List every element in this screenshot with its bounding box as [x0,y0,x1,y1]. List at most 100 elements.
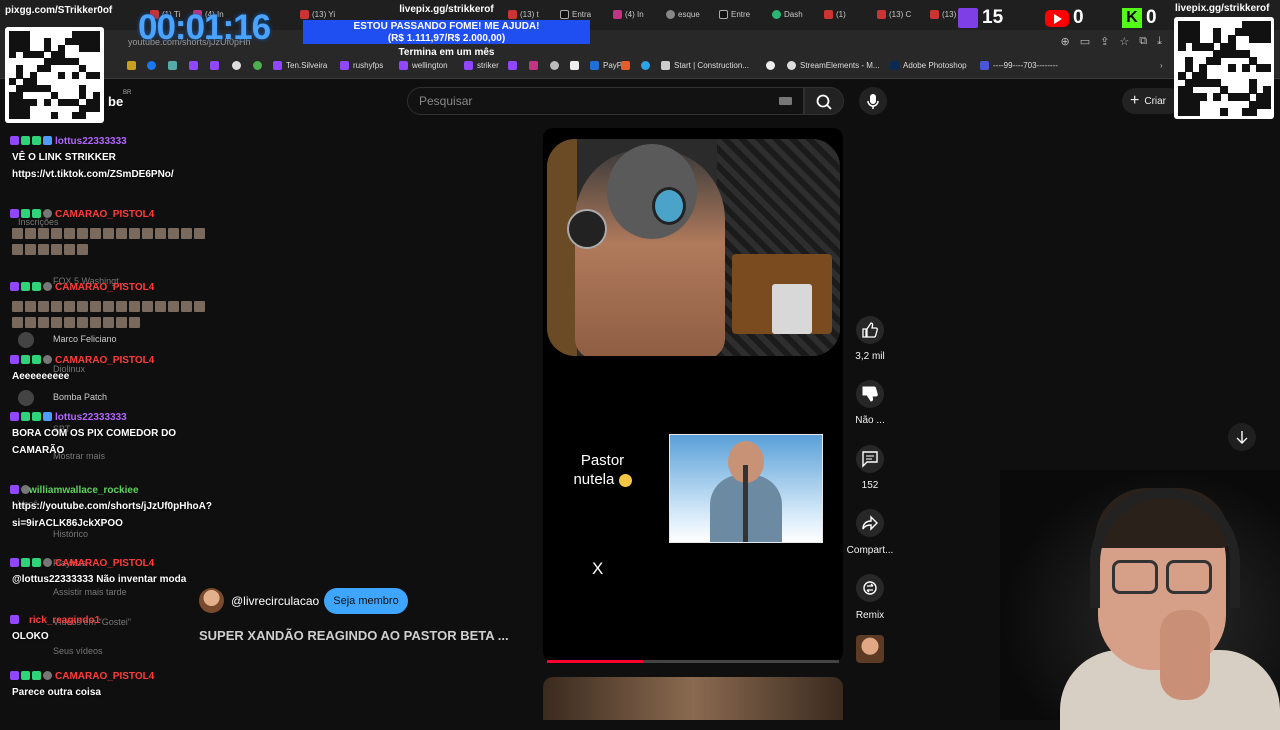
video-frame-box [772,284,812,334]
webcam-streamer-hand [1160,610,1210,700]
join-member-button[interactable]: Seja membro [324,588,408,614]
download-icon[interactable]: ⤓ [1157,35,1162,48]
create-button[interactable]: + Criar [1122,88,1182,114]
verified-badge-icon [21,282,30,291]
browser-tab[interactable]: (1) [824,6,846,22]
youtube-logo[interactable]: be [108,94,123,109]
bookmark-striker[interactable]: striker [464,61,499,70]
bookmark-star-icon[interactable]: ☆ [1119,35,1129,48]
donation-goal-amount: (R$ 1.111,97/R$ 2.000,00) [387,33,506,44]
comments-button[interactable] [856,445,884,473]
qr-module [86,105,93,113]
microphone-stand-icon [743,465,748,542]
bookmark-icon-only[interactable] [189,61,198,70]
search-button[interactable] [804,87,844,115]
cast-icon[interactable]: ▭ [1080,35,1090,48]
chat-emote-icon [90,228,101,239]
share-page-icon[interactable]: ⇪ [1100,35,1109,48]
chat-username: CAMARAO_PISTOL4 [55,209,155,220]
sound-source-avatar[interactable] [856,635,884,663]
kick-viewer-count: K0 [1122,7,1157,29]
moderator-badge-icon [43,282,52,291]
video-title[interactable]: SUPER XANDÃO REAGINDO AO PASTOR BETA ... [199,628,509,643]
bookmark-icon-only[interactable] [253,61,262,70]
browser-tab[interactable]: esque [666,6,700,22]
video-progress-bar[interactable] [547,660,839,663]
browser-tab[interactable]: Dash [772,6,803,22]
chat-emote-icon [129,301,140,312]
chat-text: Parece outra coisa [12,687,101,698]
browser-tab[interactable]: (4) In [613,6,644,22]
chat-badges [10,615,19,624]
bookmark-icon-only[interactable] [168,61,177,70]
livepix-link-right: livepix.gg/strikkerof [1175,3,1270,14]
voice-search-button[interactable] [859,87,887,115]
bookmark-icon-only[interactable] [766,61,775,70]
bookmark-icon-only[interactable] [621,61,630,70]
bookmark-icon-only[interactable] [508,61,517,70]
extensions-icon[interactable]: ⧉ [1139,35,1147,48]
chat-emote-icon [64,301,75,312]
keyboard-icon[interactable] [779,97,792,105]
check-badge-icon [43,136,52,145]
next-short-button[interactable] [1228,423,1256,451]
chat-emote-icon [12,228,23,239]
chat-badges [10,671,52,680]
qr-module [79,112,86,120]
twitch-icon [273,61,282,70]
next-short-preview[interactable] [543,677,843,720]
bookmark-icon-only[interactable] [127,61,136,70]
verified-badge-icon [21,355,30,364]
bookmark-icon-only[interactable] [210,61,219,70]
comment-icon [862,451,878,468]
browser-tab[interactable]: (13) C [877,6,911,22]
bookmark-icon-only[interactable] [570,61,579,70]
share-button[interactable] [856,509,884,537]
qr-module [9,51,16,59]
bookmark-wellington[interactable]: wellington [399,61,448,70]
bookmark-start-construction[interactable]: Start | Construction... [661,61,749,70]
qr-module [37,85,44,93]
chat-emote-icon [25,228,36,239]
site-icon [621,61,630,70]
search-icon [816,94,832,110]
twitch-badge-icon [10,558,19,567]
qr-module [93,71,100,79]
zoom-icon[interactable]: ⊕ [1061,35,1070,48]
channel-name[interactable]: @livrecirculacao [231,594,319,608]
bookmark-icon-only[interactable] [232,61,241,70]
browser-tab[interactable]: (13) [930,6,956,22]
chat-username: CAMARAO_PISTOL4 [55,671,155,682]
video-thumbnail-frame [547,139,840,356]
bookmark-icon-only[interactable] [641,61,650,70]
bookmark-streamelements[interactable]: StreamElements - M... [787,61,880,70]
bookmark-icon-only[interactable] [529,61,538,70]
chat-badges [10,558,52,567]
qr-module [79,64,86,72]
chat-emote-icon [103,228,114,239]
qr-module [1192,107,1201,116]
qr-module [1220,107,1229,116]
dislike-button[interactable] [856,380,884,408]
bookmark-rushyfps[interactable]: rushyfps [340,61,383,70]
twitch-icon [958,8,978,28]
bookmark-ten-silveira[interactable]: Ten.Silveira [273,61,327,70]
bookmark-icon-only[interactable] [550,61,559,70]
bookmark-adobe-photoshop[interactable]: Adobe Photoshop [890,61,967,70]
browser-tab[interactable]: Entre [719,6,750,22]
glasses-icon [1166,560,1212,594]
thumbs-down-icon [862,386,878,402]
chat-text: Aeeeeeeeee [12,371,70,382]
page-icon [980,61,989,70]
remix-button[interactable] [856,574,884,602]
like-button[interactable] [856,316,884,344]
more-bookmarks-chevron-icon[interactable]: › [1160,61,1163,70]
bookmark-numbers[interactable]: ----99----703-------- [980,61,1058,70]
qr-module [86,71,93,79]
instagram-tab-icon [613,9,622,19]
qr-code-right [1174,17,1274,119]
bookmark-icon-only[interactable] [147,61,156,70]
qr-module [1227,64,1236,73]
facebook-icon [147,61,156,70]
video-frame-door [547,139,577,356]
